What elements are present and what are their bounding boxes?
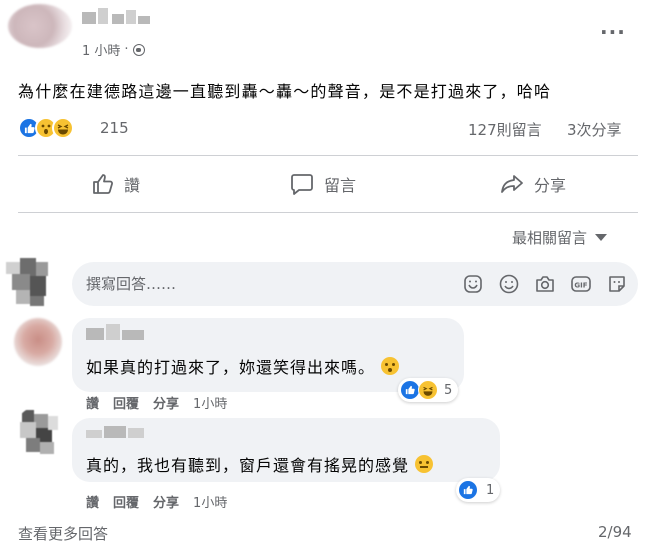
- comment-text: 真的，我也有聽到，窗戶還會有搖晃的感覺: [86, 452, 434, 476]
- speech-bubble-icon: [291, 174, 313, 195]
- comment-author-name[interactable]: [86, 424, 146, 438]
- comment-page-count: 2/94: [598, 523, 632, 541]
- like-button[interactable]: 讚: [92, 166, 140, 202]
- globe-icon: [132, 43, 145, 56]
- shares-count[interactable]: 3次分享: [567, 119, 622, 140]
- share-arrow-icon: [501, 175, 523, 193]
- composer-icons: GIF: [462, 273, 628, 295]
- comment-author-avatar[interactable]: [14, 406, 66, 458]
- comment-time[interactable]: 1小時: [193, 393, 227, 412]
- sleepy-face-icon: [415, 455, 434, 473]
- comment-reactions[interactable]: 1: [456, 478, 501, 502]
- comment-like-button[interactable]: 讚: [86, 393, 99, 412]
- like-reaction-icon: [458, 480, 478, 500]
- comment-text-body: 真的，我也有聽到，窗戶還會有搖晃的感覺: [86, 456, 410, 475]
- post-author-name[interactable]: [82, 8, 152, 26]
- current-user-avatar[interactable]: [2, 256, 62, 308]
- comment-bubble: 真的，我也有聽到，窗戶還會有搖晃的感覺: [72, 418, 500, 482]
- comment-reply-button[interactable]: 回覆: [113, 393, 139, 412]
- view-more-replies-link[interactable]: 查看更多回答: [18, 523, 108, 544]
- emoji-icon[interactable]: [498, 273, 520, 295]
- comment-text-body: 如果真的打過來了，妳還笑得出來嗎。: [86, 358, 376, 377]
- post-time[interactable]: 1 小時: [82, 40, 120, 59]
- surprised-face-icon: [381, 357, 400, 375]
- comment-author-name[interactable]: [86, 324, 146, 340]
- comment-input[interactable]: [86, 262, 446, 306]
- comment-time[interactable]: 1小時: [193, 492, 227, 511]
- sticker-icon[interactable]: [462, 273, 484, 295]
- post-meta: 1 小時 ·: [82, 40, 145, 59]
- caret-down-icon: [595, 234, 608, 241]
- like-button-label: 讚: [124, 176, 141, 195]
- thumbs-up-icon: [93, 174, 113, 194]
- comment-button[interactable]: 留言: [290, 166, 356, 202]
- sticker-face-icon[interactable]: [606, 273, 628, 295]
- comment-reactions[interactable]: 5: [398, 378, 459, 402]
- like-reaction-icon: [400, 380, 420, 400]
- comment-button-label: 留言: [324, 176, 357, 195]
- comment-like-button[interactable]: 讚: [86, 492, 99, 511]
- share-button-label: 分享: [534, 176, 567, 195]
- reaction-count[interactable]: 215: [100, 119, 129, 137]
- more-options-button[interactable]: ···: [600, 22, 626, 42]
- camera-icon[interactable]: [534, 273, 556, 295]
- comment-sort-dropdown[interactable]: 最相關留言: [512, 227, 608, 248]
- comment-reply-button[interactable]: 回覆: [113, 492, 139, 511]
- comment-reaction-count: 1: [486, 482, 495, 498]
- comment-author-avatar[interactable]: [14, 318, 62, 366]
- haha-reaction-icon: [418, 380, 438, 400]
- haha-reaction-icon: [52, 117, 74, 139]
- post-author-avatar[interactable]: [8, 4, 72, 48]
- svg-text:GIF: GIF: [574, 282, 587, 290]
- comment-reaction-count: 5: [444, 382, 453, 398]
- comment-composer[interactable]: GIF: [72, 262, 638, 306]
- comment-sort-label: 最相關留言: [512, 229, 588, 247]
- comment-share-button[interactable]: 分享: [153, 393, 179, 412]
- share-button[interactable]: 分享: [500, 166, 566, 202]
- post-text: 為什麼在建德路這邊一直聽到轟～轟～的聲音，是不是打過來了，哈哈: [18, 82, 552, 101]
- comment-share-button[interactable]: 分享: [153, 492, 179, 511]
- ellipsis-icon: ···: [600, 20, 626, 44]
- divider: [18, 155, 638, 156]
- reaction-icons[interactable]: [18, 117, 74, 139]
- comment-actions: 讚 回覆 分享 1小時: [86, 492, 227, 511]
- comment-text: 如果真的打過來了，妳還笑得出來嗎。: [86, 354, 400, 378]
- gif-icon[interactable]: GIF: [570, 273, 592, 295]
- comments-count[interactable]: 127則留言: [468, 119, 542, 140]
- comment-actions: 讚 回覆 分享 1小時: [86, 393, 227, 412]
- divider: [18, 212, 638, 213]
